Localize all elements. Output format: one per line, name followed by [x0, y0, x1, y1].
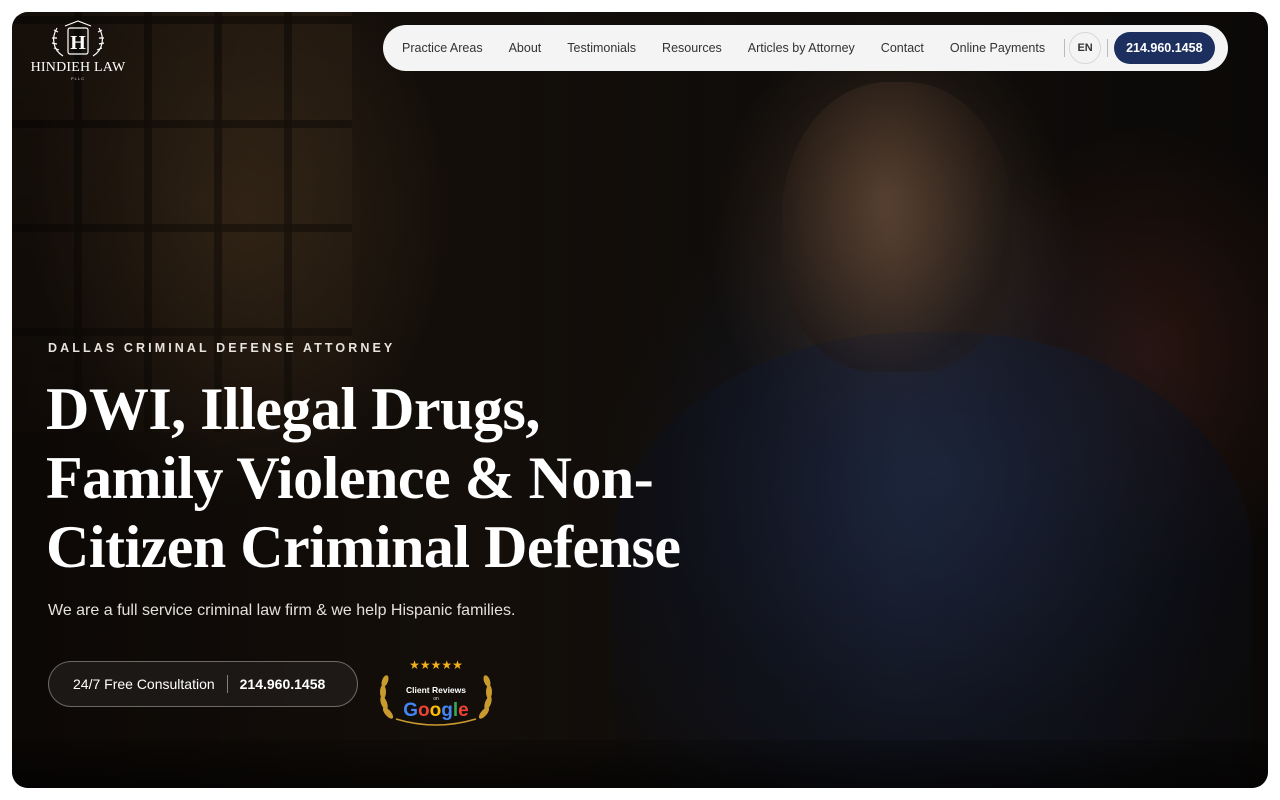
nav-link-contact[interactable]: Contact — [868, 41, 937, 55]
nav-divider — [1064, 39, 1066, 57]
background-desk — [12, 740, 1268, 788]
nav-link-practice-areas[interactable]: Practice Areas — [389, 41, 496, 55]
logo-name: HINDIEH LAW — [30, 60, 126, 75]
logo-monogram: H — [70, 32, 86, 54]
google-letter: o — [429, 700, 442, 721]
badge-title: Client Reviews — [406, 685, 466, 695]
main-nav: Practice Areas About Testimonials Resour… — [383, 25, 1228, 71]
google-letter: g — [441, 700, 453, 721]
google-letter: o — [418, 700, 430, 721]
hero-headline: DWI, Illegal Drugs, Family Violence & No… — [46, 375, 746, 582]
logo-sub: PLLC — [70, 76, 85, 81]
language-toggle[interactable]: EN — [1069, 32, 1102, 64]
nav-link-articles-by-attorney[interactable]: Articles by Attorney — [735, 41, 868, 55]
google-wordmark: Google — [378, 700, 494, 722]
cta-label: 24/7 Free Consultation — [73, 676, 215, 692]
cta-phone: 214.960.1458 — [239, 676, 326, 692]
hero-eyebrow: DALLAS CRIMINAL DEFENSE ATTORNEY — [48, 341, 396, 355]
crest-logo-icon: H — [51, 20, 105, 57]
google-letter: e — [458, 700, 469, 721]
nav-link-about[interactable]: About — [496, 41, 555, 55]
nav-link-online-payments[interactable]: Online Payments — [937, 41, 1058, 55]
headline-line: Family Violence & Non- — [46, 445, 654, 511]
free-consultation-button[interactable]: 24/7 Free Consultation 214.960.1458 — [48, 661, 358, 707]
google-letter: G — [403, 700, 419, 721]
google-reviews-badge[interactable]: ★★★★★ Client Reviews on Google — [378, 655, 494, 729]
nav-link-testimonials[interactable]: Testimonials — [554, 41, 649, 55]
nav-divider — [1107, 39, 1109, 57]
headline-line: DWI, Illegal Drugs, — [46, 376, 540, 442]
nav-link-resources[interactable]: Resources — [649, 41, 735, 55]
headline-line: Citizen Criminal Defense — [46, 514, 681, 580]
cta-divider — [226, 675, 228, 693]
badge-stars-icon: ★★★★★ — [409, 658, 463, 672]
site-logo[interactable]: H HINDIEH LAW PLLC — [28, 20, 128, 81]
nav-phone-button[interactable]: 214.960.1458 — [1114, 32, 1215, 64]
hero-subtext: We are a full service criminal law firm … — [48, 602, 516, 619]
